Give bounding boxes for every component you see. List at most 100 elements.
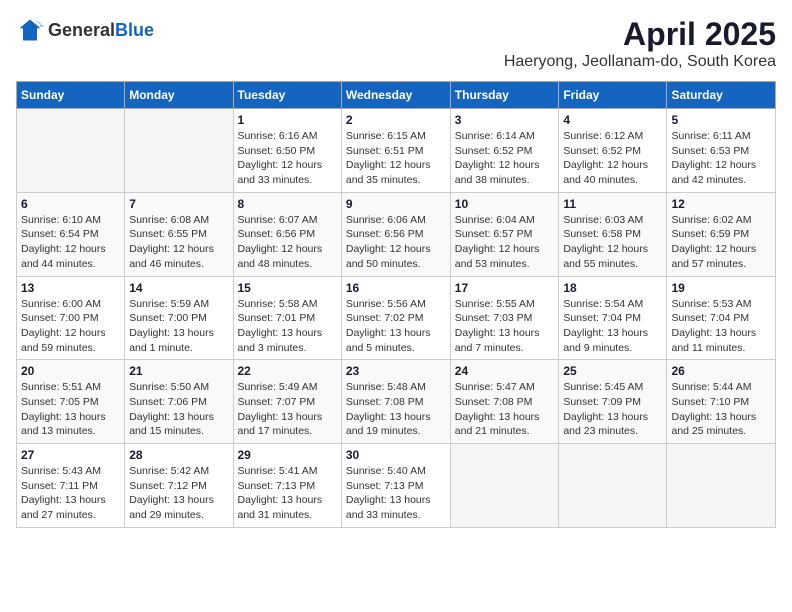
calendar-week-row: 13 Sunrise: 6:00 AMSunset: 7:00 PMDayligh… bbox=[17, 276, 776, 360]
day-info: Sunrise: 6:03 AMSunset: 6:58 PMDaylight:… bbox=[563, 213, 662, 272]
calendar-cell bbox=[17, 109, 125, 193]
calendar-week-row: 6 Sunrise: 6:10 AMSunset: 6:54 PMDaylight… bbox=[17, 192, 776, 276]
calendar-cell: 12 Sunrise: 6:02 AMSunset: 6:59 PMDayligh… bbox=[667, 192, 776, 276]
day-info: Sunrise: 5:53 AMSunset: 7:04 PMDaylight:… bbox=[671, 297, 771, 356]
day-number: 13 bbox=[21, 281, 120, 295]
calendar-cell: 4 Sunrise: 6:12 AMSunset: 6:52 PMDaylight… bbox=[559, 109, 667, 193]
calendar-cell: 13 Sunrise: 6:00 AMSunset: 7:00 PMDayligh… bbox=[17, 276, 125, 360]
day-info: Sunrise: 5:54 AMSunset: 7:04 PMDaylight:… bbox=[563, 297, 662, 356]
day-info: Sunrise: 6:11 AMSunset: 6:53 PMDaylight:… bbox=[671, 129, 771, 188]
day-number: 5 bbox=[671, 113, 771, 127]
day-number: 22 bbox=[238, 364, 337, 378]
calendar-cell: 22Sunrise: 5:49 AMSunset: 7:07 PMDayligh… bbox=[233, 360, 341, 444]
month-title: April 2025 bbox=[504, 16, 776, 53]
day-number: 15 bbox=[238, 281, 337, 295]
day-info: Sunrise: 5:59 AMSunset: 7:00 PMDaylight:… bbox=[129, 297, 228, 356]
day-number: 24 bbox=[455, 364, 555, 378]
calendar-day-header: Wednesday bbox=[341, 82, 450, 109]
day-info: Sunrise: 5:45 AMSunset: 7:09 PMDaylight:… bbox=[563, 380, 662, 439]
day-info: Sunrise: 5:40 AMSunset: 7:13 PMDaylight:… bbox=[346, 464, 446, 523]
day-number: 21 bbox=[129, 364, 228, 378]
title-area: April 2025 Haeryong, Jeollanam-do, South… bbox=[504, 16, 776, 71]
day-number: 28 bbox=[129, 448, 228, 462]
day-number: 14 bbox=[129, 281, 228, 295]
day-info: Sunrise: 5:42 AMSunset: 7:12 PMDaylight:… bbox=[129, 464, 228, 523]
calendar-cell: 9 Sunrise: 6:06 AMSunset: 6:56 PMDaylight… bbox=[341, 192, 450, 276]
day-number: 30 bbox=[346, 448, 446, 462]
calendar-cell: 15 Sunrise: 5:58 AMSunset: 7:01 PMDayligh… bbox=[233, 276, 341, 360]
calendar-body: 1Sunrise: 6:16 AMSunset: 6:50 PMDaylight… bbox=[17, 109, 776, 528]
day-info: Sunrise: 6:06 AMSunset: 6:56 PMDaylight:… bbox=[346, 213, 446, 272]
calendar-cell: 23 Sunrise: 5:48 AMSunset: 7:08 PMDayligh… bbox=[341, 360, 450, 444]
day-info: Sunrise: 6:02 AMSunset: 6:59 PMDaylight:… bbox=[671, 213, 771, 272]
day-number: 25 bbox=[563, 364, 662, 378]
calendar-cell: 11Sunrise: 6:03 AMSunset: 6:58 PMDayligh… bbox=[559, 192, 667, 276]
day-info: Sunrise: 5:48 AMSunset: 7:08 PMDaylight:… bbox=[346, 380, 446, 439]
calendar-day-header: Friday bbox=[559, 82, 667, 109]
logo-icon bbox=[16, 16, 44, 44]
calendar-cell: 21Sunrise: 5:50 AMSunset: 7:06 PMDayligh… bbox=[125, 360, 233, 444]
day-info: Sunrise: 6:16 AMSunset: 6:50 PMDaylight:… bbox=[238, 129, 337, 188]
calendar-cell bbox=[559, 444, 667, 528]
day-number: 10 bbox=[455, 197, 555, 211]
logo-text-general: General bbox=[48, 20, 115, 40]
day-info: Sunrise: 6:00 AMSunset: 7:00 PMDaylight:… bbox=[21, 297, 120, 356]
calendar-week-row: 1Sunrise: 6:16 AMSunset: 6:50 PMDaylight… bbox=[17, 109, 776, 193]
calendar-table: SundayMondayTuesdayWednesdayThursdayFrid… bbox=[16, 81, 776, 528]
day-number: 3 bbox=[455, 113, 555, 127]
calendar-cell: 8 Sunrise: 6:07 AMSunset: 6:56 PMDaylight… bbox=[233, 192, 341, 276]
calendar-week-row: 27 Sunrise: 5:43 AMSunset: 7:11 PMDayligh… bbox=[17, 444, 776, 528]
day-number: 4 bbox=[563, 113, 662, 127]
day-number: 9 bbox=[346, 197, 446, 211]
calendar-cell bbox=[667, 444, 776, 528]
calendar-cell: 26 Sunrise: 5:44 AMSunset: 7:10 PMDayligh… bbox=[667, 360, 776, 444]
calendar-cell: 30 Sunrise: 5:40 AMSunset: 7:13 PMDayligh… bbox=[341, 444, 450, 528]
day-number: 23 bbox=[346, 364, 446, 378]
logo-text-blue: Blue bbox=[115, 20, 154, 40]
calendar-cell bbox=[125, 109, 233, 193]
calendar-cell: 29 Sunrise: 5:41 AMSunset: 7:13 PMDayligh… bbox=[233, 444, 341, 528]
day-number: 7 bbox=[129, 197, 228, 211]
calendar-cell: 16Sunrise: 5:56 AMSunset: 7:02 PMDayligh… bbox=[341, 276, 450, 360]
day-info: Sunrise: 5:55 AMSunset: 7:03 PMDaylight:… bbox=[455, 297, 555, 356]
calendar-cell: 5 Sunrise: 6:11 AMSunset: 6:53 PMDaylight… bbox=[667, 109, 776, 193]
day-number: 16 bbox=[346, 281, 446, 295]
day-number: 20 bbox=[21, 364, 120, 378]
day-info: Sunrise: 6:14 AMSunset: 6:52 PMDaylight:… bbox=[455, 129, 555, 188]
calendar-cell: 27 Sunrise: 5:43 AMSunset: 7:11 PMDayligh… bbox=[17, 444, 125, 528]
calendar-day-header: Thursday bbox=[450, 82, 559, 109]
calendar-cell: 14 Sunrise: 5:59 AMSunset: 7:00 PMDayligh… bbox=[125, 276, 233, 360]
calendar-cell: 3 Sunrise: 6:14 AMSunset: 6:52 PMDaylight… bbox=[450, 109, 559, 193]
day-number: 6 bbox=[21, 197, 120, 211]
day-info: Sunrise: 5:47 AMSunset: 7:08 PMDaylight:… bbox=[455, 380, 555, 439]
day-number: 8 bbox=[238, 197, 337, 211]
day-info: Sunrise: 6:08 AMSunset: 6:55 PMDaylight:… bbox=[129, 213, 228, 272]
page-header: GeneralBlue April 2025 Haeryong, Jeollan… bbox=[16, 16, 776, 71]
day-number: 2 bbox=[346, 113, 446, 127]
day-info: Sunrise: 5:41 AMSunset: 7:13 PMDaylight:… bbox=[238, 464, 337, 523]
day-number: 12 bbox=[671, 197, 771, 211]
day-number: 27 bbox=[21, 448, 120, 462]
calendar-day-header: Saturday bbox=[667, 82, 776, 109]
calendar-cell: 2Sunrise: 6:15 AMSunset: 6:51 PMDaylight… bbox=[341, 109, 450, 193]
calendar-cell: 28 Sunrise: 5:42 AMSunset: 7:12 PMDayligh… bbox=[125, 444, 233, 528]
calendar-header-row: SundayMondayTuesdayWednesdayThursdayFrid… bbox=[17, 82, 776, 109]
day-info: Sunrise: 6:10 AMSunset: 6:54 PMDaylight:… bbox=[21, 213, 120, 272]
day-number: 26 bbox=[671, 364, 771, 378]
day-info: Sunrise: 5:44 AMSunset: 7:10 PMDaylight:… bbox=[671, 380, 771, 439]
calendar-day-header: Monday bbox=[125, 82, 233, 109]
day-info: Sunrise: 6:07 AMSunset: 6:56 PMDaylight:… bbox=[238, 213, 337, 272]
calendar-cell: 1Sunrise: 6:16 AMSunset: 6:50 PMDaylight… bbox=[233, 109, 341, 193]
calendar-cell: 20 Sunrise: 5:51 AMSunset: 7:05 PMDayligh… bbox=[17, 360, 125, 444]
day-info: Sunrise: 5:43 AMSunset: 7:11 PMDaylight:… bbox=[21, 464, 120, 523]
calendar-cell: 10Sunrise: 6:04 AMSunset: 6:57 PMDayligh… bbox=[450, 192, 559, 276]
calendar-cell: 25 Sunrise: 5:45 AMSunset: 7:09 PMDayligh… bbox=[559, 360, 667, 444]
calendar-cell: 24 Sunrise: 5:47 AMSunset: 7:08 PMDayligh… bbox=[450, 360, 559, 444]
day-info: Sunrise: 5:58 AMSunset: 7:01 PMDaylight:… bbox=[238, 297, 337, 356]
day-info: Sunrise: 6:12 AMSunset: 6:52 PMDaylight:… bbox=[563, 129, 662, 188]
day-number: 29 bbox=[238, 448, 337, 462]
calendar-cell bbox=[450, 444, 559, 528]
calendar-cell: 6 Sunrise: 6:10 AMSunset: 6:54 PMDaylight… bbox=[17, 192, 125, 276]
day-info: Sunrise: 5:51 AMSunset: 7:05 PMDaylight:… bbox=[21, 380, 120, 439]
calendar-cell: 7 Sunrise: 6:08 AMSunset: 6:55 PMDaylight… bbox=[125, 192, 233, 276]
